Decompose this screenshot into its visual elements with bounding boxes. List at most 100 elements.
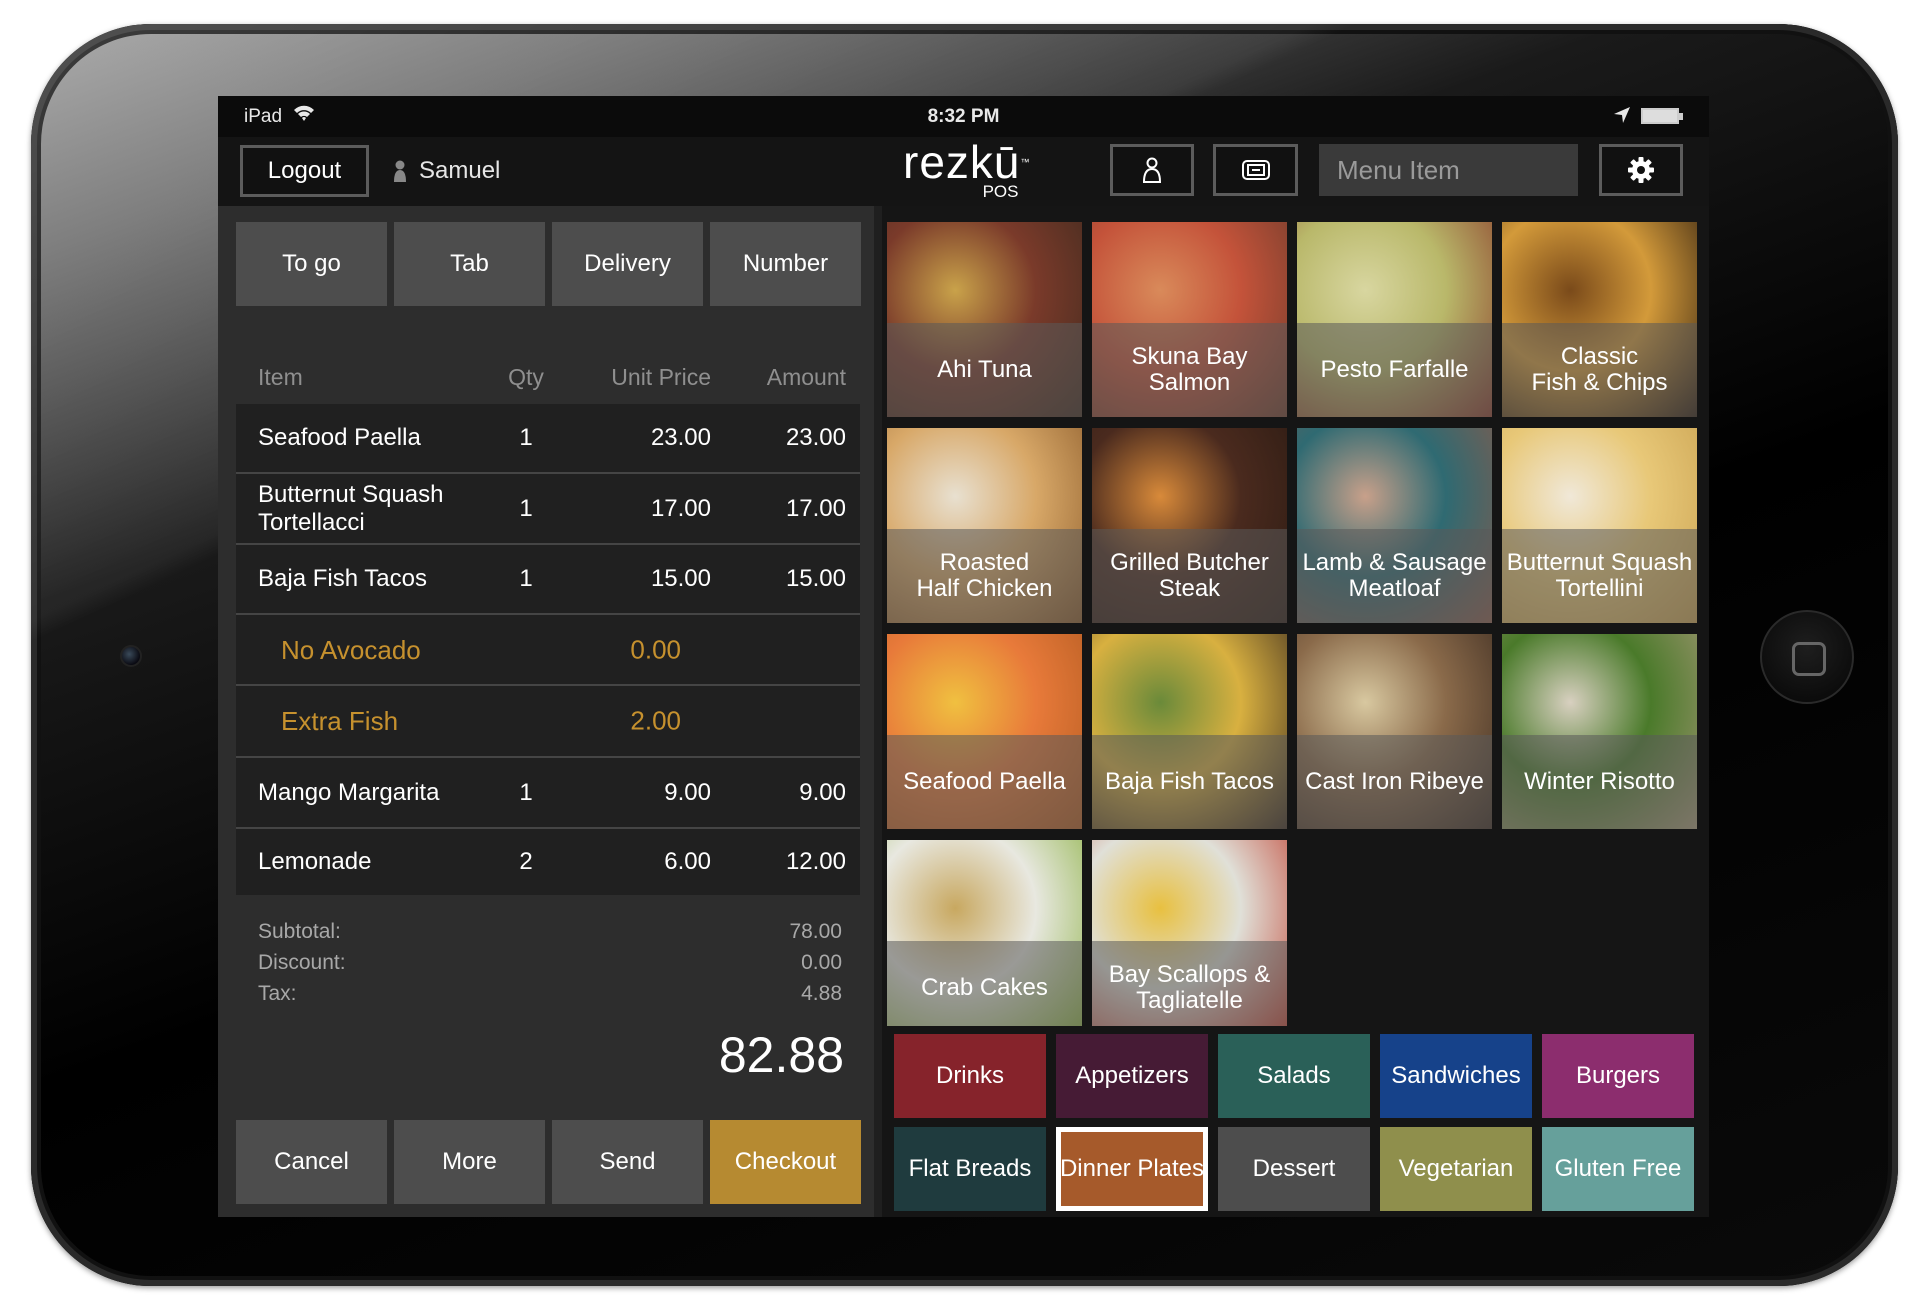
order-row[interactable]: Butternut Squash Tortellacci 1 17.00 17.00	[236, 474, 860, 545]
discount-line: Discount: 0.00	[258, 951, 842, 982]
clock: 8:32 PM	[927, 106, 1000, 127]
menu-item-tile[interactable]: Winter Risotto	[1502, 634, 1697, 829]
modifier-row[interactable]: No Avocado 0.00	[236, 615, 860, 686]
menu-item-name: Grilled Butcher Steak	[1092, 529, 1287, 623]
menu-item-tile[interactable]: Pesto Farfalle	[1297, 222, 1492, 417]
item-unit-price: 6.00	[664, 848, 711, 875]
rezku-logo: rezkū™ POS	[903, 139, 1030, 200]
header-item: Item	[258, 364, 303, 390]
menu-item-tile[interactable]: Baja Fish Tacos	[1092, 634, 1287, 829]
item-name: Butternut Squash Tortellacci	[258, 480, 444, 536]
menu-item-name: Classic Fish & Chips	[1502, 323, 1697, 417]
order-table-header: Item Qty Unit Price Amount	[236, 346, 860, 406]
to-go-button[interactable]: To go	[236, 222, 387, 306]
gear-icon	[1628, 157, 1654, 183]
item-amount: 9.00	[799, 778, 846, 806]
current-user: Samuel	[393, 157, 500, 185]
menu-panel: Ahi Tuna Skuna Bay Salmon Pesto Farfalle Cl…	[874, 206, 1709, 1217]
category-drinks[interactable]: Drinks	[894, 1034, 1046, 1118]
order-row[interactable]: Mango Margarita 1 9.00 9.00	[236, 758, 860, 829]
discount-label: Discount:	[258, 951, 346, 974]
tax-value: 4.88	[801, 982, 842, 1005]
discount-value: 0.00	[801, 951, 842, 974]
pos-screen: iPad 8:32 PM Logout Samuel rezkū™ POS Me…	[218, 96, 1709, 1217]
category-vegetarian[interactable]: Vegetarian	[1380, 1127, 1532, 1211]
menu-item-tile[interactable]: Ahi Tuna	[887, 222, 1082, 417]
item-amount: 15.00	[785, 565, 846, 592]
order-lines: Seafood Paella 1 23.00 23.00 Butternut Squas…	[236, 404, 860, 895]
category-bar: Drinks Appetizers Salads Sandwiches Burgers F…	[894, 1034, 1705, 1211]
category-sandwiches[interactable]: Sandwiches	[1380, 1034, 1532, 1118]
app-header: Logout Samuel rezkū™ POS	[218, 137, 1709, 206]
item-name: No Avocado	[281, 634, 421, 665]
delivery-button[interactable]: Delivery	[552, 222, 703, 306]
menu-item-tile[interactable]: Grilled Butcher Steak	[1092, 428, 1287, 623]
more-button[interactable]: More	[394, 1120, 545, 1204]
camera-icon	[120, 645, 142, 667]
item-name: Seafood Paella	[258, 424, 421, 451]
order-totals: Subtotal: 78.00 Discount: 0.00 Tax: 4.88	[258, 920, 842, 1013]
menu-item-name: Bay Scallops & Tagliatelle	[1092, 941, 1287, 1026]
menu-item-tile[interactable]: Skuna Bay Salmon	[1092, 222, 1287, 417]
send-button[interactable]: Send	[552, 1120, 703, 1204]
menu-item-tile[interactable]: Roasted Half Chicken	[887, 428, 1082, 623]
menu-item-tile[interactable]: Crab Cakes	[887, 840, 1082, 1026]
cancel-button[interactable]: Cancel	[236, 1120, 387, 1204]
category-flat-breads[interactable]: Flat Breads	[894, 1127, 1046, 1211]
menu-search[interactable]	[1319, 144, 1672, 196]
order-row[interactable]: Lemonade 2 6.00 12.00	[236, 829, 860, 895]
header-unit-price: Unit Price	[611, 364, 711, 390]
number-button[interactable]: Number	[710, 222, 861, 306]
settings-button[interactable]	[1599, 144, 1683, 196]
customer-button[interactable]	[1110, 144, 1194, 196]
menu-item-name: Butternut Squash Tortellini	[1502, 529, 1697, 623]
modifier-row[interactable]: Extra Fish 2.00	[236, 686, 860, 758]
item-name: Baja Fish Tacos	[258, 565, 427, 592]
item-unit-price: 2.00	[630, 705, 681, 736]
item-unit-price: 17.00	[650, 494, 711, 522]
menu-item-tile[interactable]: Bay Scallops & Tagliatelle	[1092, 840, 1287, 1026]
logout-button[interactable]: Logout	[240, 145, 369, 197]
register-button[interactable]	[1213, 144, 1298, 196]
home-square-icon	[1792, 642, 1826, 676]
menu-item-name: Baja Fish Tacos	[1092, 735, 1287, 829]
category-burgers[interactable]: Burgers	[1542, 1034, 1694, 1118]
menu-item-tile[interactable]: Butternut Squash Tortellini	[1502, 428, 1697, 623]
tax-label: Tax:	[258, 982, 297, 1005]
tab-button[interactable]: Tab	[394, 222, 545, 306]
battery-icon	[1641, 108, 1683, 124]
menu-item-tile[interactable]: Classic Fish & Chips	[1502, 222, 1697, 417]
grand-total: 82.88	[718, 1027, 844, 1083]
item-qty: 1	[519, 778, 533, 806]
menu-item-tile[interactable]: Cast Iron Ribeye	[1297, 634, 1492, 829]
logo-name: rezkū	[903, 136, 1021, 188]
menu-item-tile[interactable]: Seafood Paella	[887, 634, 1082, 829]
user-silhouette-icon	[394, 160, 406, 182]
item-qty: 1	[519, 424, 533, 451]
tax-line: Tax: 4.88	[258, 982, 842, 1013]
order-row[interactable]: Baja Fish Tacos 1 15.00 15.00	[236, 545, 860, 615]
header-qty: Qty	[508, 364, 544, 390]
menu-item-tile[interactable]: Lamb & Sausage Meatloaf	[1297, 428, 1492, 623]
order-panel: To go Tab Delivery Number Item Qty Unit …	[218, 206, 874, 1217]
category-appetizers[interactable]: Appetizers	[1056, 1034, 1208, 1118]
item-name: Mango Margarita	[258, 778, 440, 806]
item-name: Lemonade	[258, 848, 372, 875]
menu-item-name: Lamb & Sausage Meatloaf	[1297, 529, 1492, 623]
category-gluten-free[interactable]: Gluten Free	[1542, 1127, 1694, 1211]
user-name: Samuel	[419, 157, 501, 184]
menu-item-name: Pesto Farfalle	[1297, 323, 1492, 417]
status-bar: iPad 8:32 PM	[218, 96, 1709, 137]
item-amount: 23.00	[785, 424, 846, 451]
order-actions: Cancel More Send Checkout	[236, 1120, 861, 1204]
menu-item-grid: Ahi Tuna Skuna Bay Salmon Pesto Farfalle Cl…	[887, 222, 1707, 1026]
home-button[interactable]	[1760, 610, 1854, 704]
menu-item-name: Cast Iron Ribeye	[1297, 735, 1492, 829]
menu-item-name: Skuna Bay Salmon	[1092, 323, 1287, 417]
checkout-button[interactable]: Checkout	[710, 1120, 861, 1204]
category-dinner-plates[interactable]: Dinner Plates	[1056, 1127, 1208, 1211]
category-salads[interactable]: Salads	[1218, 1034, 1370, 1118]
item-amount: 17.00	[785, 494, 846, 522]
category-dessert[interactable]: Dessert	[1218, 1127, 1370, 1211]
order-row[interactable]: Seafood Paella 1 23.00 23.00	[236, 404, 860, 474]
